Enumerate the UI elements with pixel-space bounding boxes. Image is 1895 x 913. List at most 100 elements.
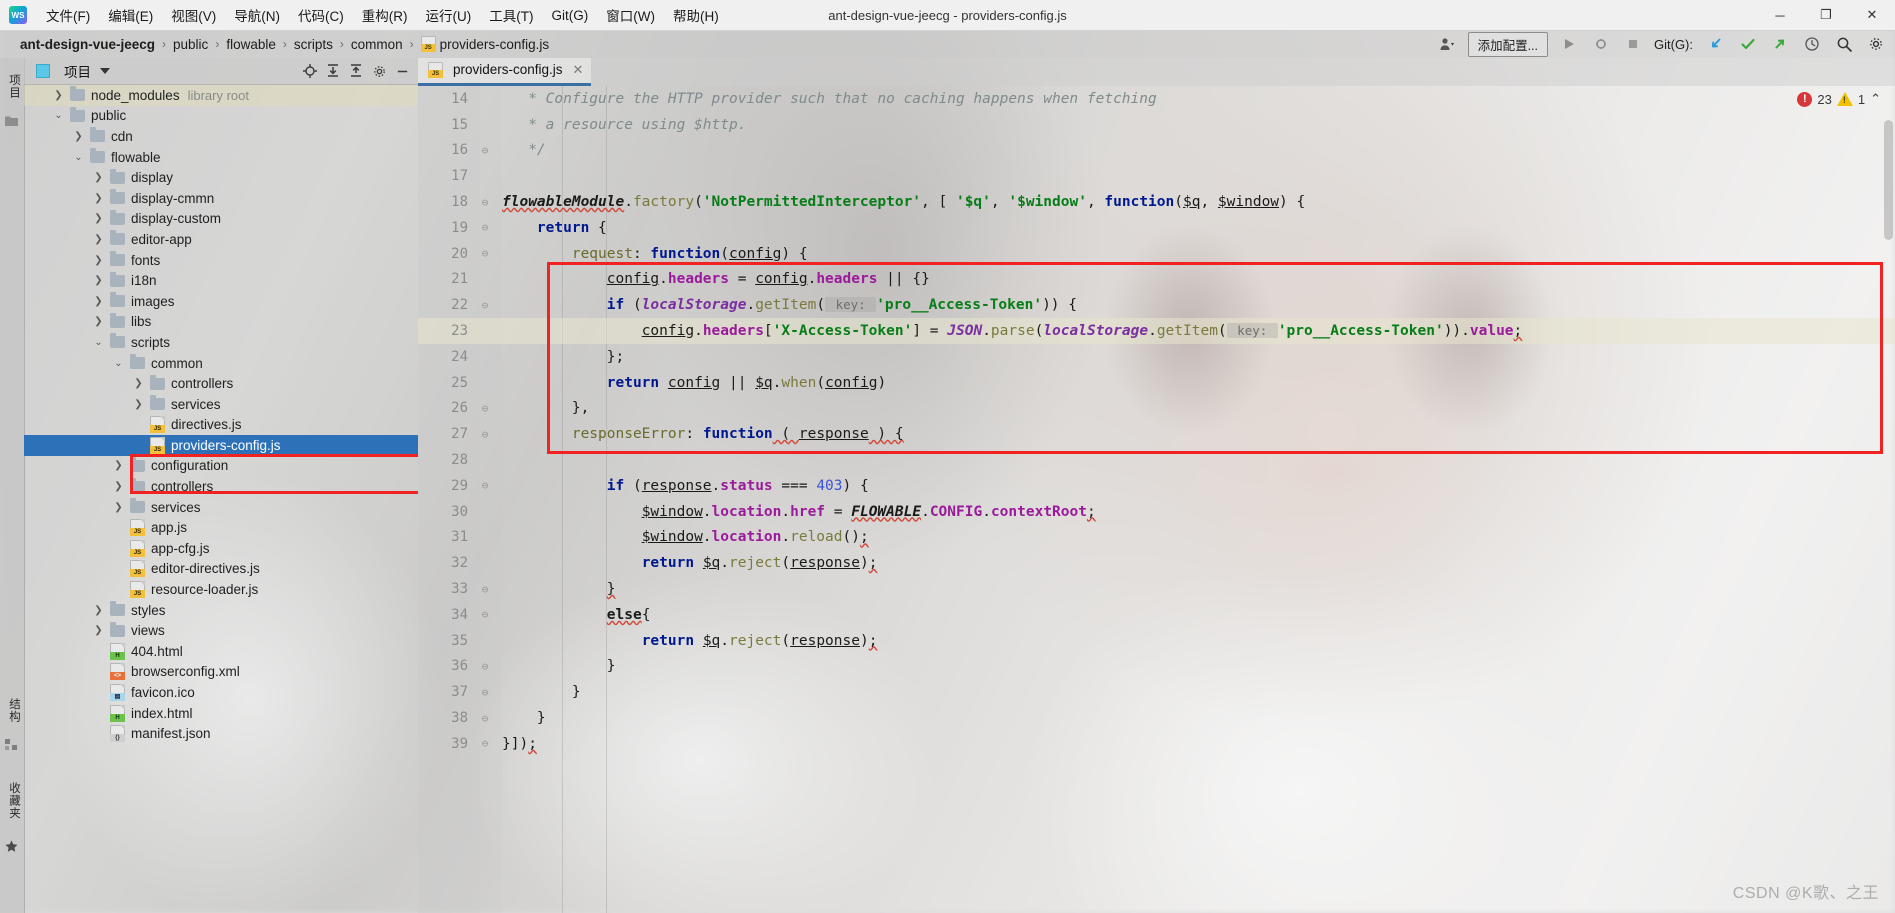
code-viewport[interactable]: 14 * Configure the HTTP provider such th… [418,86,1895,913]
settings-gear-icon[interactable] [369,61,389,81]
sidebar-item-structure[interactable]: 结构 [2,688,22,732]
chevron-right-icon[interactable]: ❯ [112,459,125,472]
tree-row[interactable]: ❯ display [24,167,418,188]
tree-row[interactable]: <> browserconfig.xml [24,662,418,683]
fold-start-icon[interactable]: ⊖ [468,608,502,621]
tree-row[interactable]: ❯ images [24,291,418,312]
hide-panel-icon[interactable] [392,61,412,81]
tree-row[interactable]: ❯ display-cmmn [24,188,418,209]
breadcrumb-item-5[interactable]: common [345,37,409,52]
breadcrumb-item-1[interactable]: ant-design-vue-jeecg [14,37,161,52]
sidebar-item-project[interactable]: 项目 [2,64,22,108]
chevron-right-icon[interactable]: ❯ [132,377,145,390]
chevron-down-icon[interactable]: ⌄ [112,357,125,370]
tree-row[interactable]: ❯ controllers [24,373,418,394]
fold-start-icon[interactable]: ⊖ [468,247,502,260]
tree-row[interactable]: ❯ fonts [24,250,418,271]
code-line[interactable]: 23 config.headers['X-Access-Token'] = JS… [418,318,1895,344]
menu-item-10[interactable]: 窗口(W) [597,2,664,28]
code-line[interactable]: 36 ⊖ } [418,654,1895,680]
chevron-right-icon[interactable]: ❯ [92,212,105,225]
tree-row[interactable]: {} manifest.json [24,723,418,744]
fold-end-icon[interactable]: ⊖ [468,144,502,157]
editor-scrollbar[interactable] [1884,120,1893,240]
git-history-clock-icon[interactable] [1801,33,1823,55]
chevron-right-icon[interactable]: ❯ [92,254,105,267]
code-line[interactable]: 37 ⊖ } [418,679,1895,705]
code-line[interactable]: 19 ⊖ return { [418,215,1895,241]
sidebar-item-favorites[interactable]: 收藏夹 [2,770,22,832]
code-line[interactable]: 24 }; [418,344,1895,370]
code-line[interactable]: 14 * Configure the HTTP provider such th… [418,86,1895,112]
tree-row[interactable]: H 404.html [24,641,418,662]
git-commit-check-icon[interactable] [1737,33,1759,55]
chevron-right-icon[interactable]: ❯ [92,233,105,246]
chevron-right-icon[interactable]: ❯ [92,624,105,637]
code-line[interactable]: 16 ⊖ */ [418,138,1895,164]
code-line[interactable]: 39 ⊖}]); [418,731,1895,757]
menu-item-7[interactable]: 运行(U) [417,2,481,28]
editor-tab-providers-config[interactable]: providers-config.js ✕ [418,58,592,86]
menu-item-8[interactable]: 工具(T) [480,2,542,28]
breadcrumb-item-2[interactable]: public [167,37,214,52]
fold-end-icon[interactable]: ⊖ [468,737,502,750]
add-configuration-button[interactable]: 添加配置... [1467,31,1548,57]
tree-row[interactable]: ❯ node_modules library root [24,85,418,106]
code-line[interactable]: 31 $window.location.reload(); [418,525,1895,551]
tree-row[interactable]: ❯ display-custom [24,209,418,230]
code-line[interactable]: 29 ⊖ if (response.status === 403) { [418,473,1895,499]
tree-row[interactable]: ❯ editor-app [24,229,418,250]
chevron-right-icon[interactable]: ❯ [92,192,105,205]
code-line[interactable]: 22 ⊖ if (localStorage.getItem( key: 'pro_… [418,292,1895,318]
inspection-summary[interactable]: ! 23 1 ⌃ [1797,91,1881,107]
maximize-icon[interactable]: ❐ [1803,0,1849,30]
tree-row[interactable]: ⌄ public [24,106,418,127]
breadcrumb-item-3[interactable]: flowable [220,37,282,52]
chevron-right-icon[interactable]: ❯ [92,274,105,287]
code-line[interactable]: 38 ⊖ } [418,705,1895,731]
chevron-right-icon[interactable]: ❯ [92,315,105,328]
chevron-right-icon[interactable]: ❯ [72,130,85,143]
project-file-tree[interactable]: ❯ node_modules library root ⌄ public ❯ cdn ⌄ flo… [24,85,418,913]
chevron-right-icon[interactable]: ❯ [92,171,105,184]
chevron-right-icon[interactable]: ❯ [132,398,145,411]
chevron-down-icon[interactable] [100,68,110,74]
expand-all-icon[interactable] [323,61,343,81]
fold-end-icon[interactable]: ⊖ [468,402,502,415]
run-icon[interactable] [1558,33,1580,55]
git-update-arrow-icon[interactable] [1705,33,1727,55]
code-line[interactable]: 18 ⊖ flowableModule.factory('NotPermittedI… [418,189,1895,215]
code-line[interactable]: 21 config.headers = config.headers || {} [418,267,1895,293]
chevron-right-icon[interactable]: ❯ [112,501,125,514]
tree-row[interactable]: ❯ i18n [24,270,418,291]
tree-row[interactable]: ❯ views [24,620,418,641]
chevron-down-icon[interactable]: ⌄ [52,109,65,122]
tree-row[interactable]: JS resource-loader.js [24,579,418,600]
fold-end-icon[interactable]: ⊖ [468,712,502,725]
tree-row[interactable]: ⌄ common [24,353,418,374]
menu-item-4[interactable]: 导航(N) [225,2,289,28]
fold-end-icon[interactable]: ⊖ [468,660,502,673]
fold-start-icon[interactable]: ⊖ [468,428,502,441]
code-line[interactable]: 20 ⊖ request: function(config) { [418,241,1895,267]
user-profile-icon[interactable] [1436,33,1458,55]
settings-gear-icon[interactable] [1865,33,1887,55]
debug-icon[interactable] [1590,33,1612,55]
menu-item-9[interactable]: Git(G) [543,5,598,26]
chevron-down-icon[interactable]: ⌄ [72,151,85,164]
code-line[interactable]: 32 return $q.reject(response); [418,550,1895,576]
tree-row[interactable]: ❯ services [24,497,418,518]
tree-row[interactable]: ❯ cdn [24,126,418,147]
breadcrumb-item-6[interactable]: providers-config.js [415,36,556,52]
fold-end-icon[interactable]: ⊖ [468,686,502,699]
stop-icon[interactable] [1622,33,1644,55]
menu-item-1[interactable]: 文件(F) [37,2,99,28]
code-line[interactable]: 17 [418,163,1895,189]
git-push-arrow-icon[interactable] [1769,33,1791,55]
chevron-right-icon[interactable]: ❯ [112,480,125,493]
fold-start-icon[interactable]: ⊖ [468,221,502,234]
tree-row[interactable]: ⌄ scripts [24,332,418,353]
fold-start-icon[interactable]: ⊖ [468,479,502,492]
locate-in-tree-icon[interactable] [300,61,320,81]
code-line[interactable]: 15 * a resource using $http. [418,112,1895,138]
